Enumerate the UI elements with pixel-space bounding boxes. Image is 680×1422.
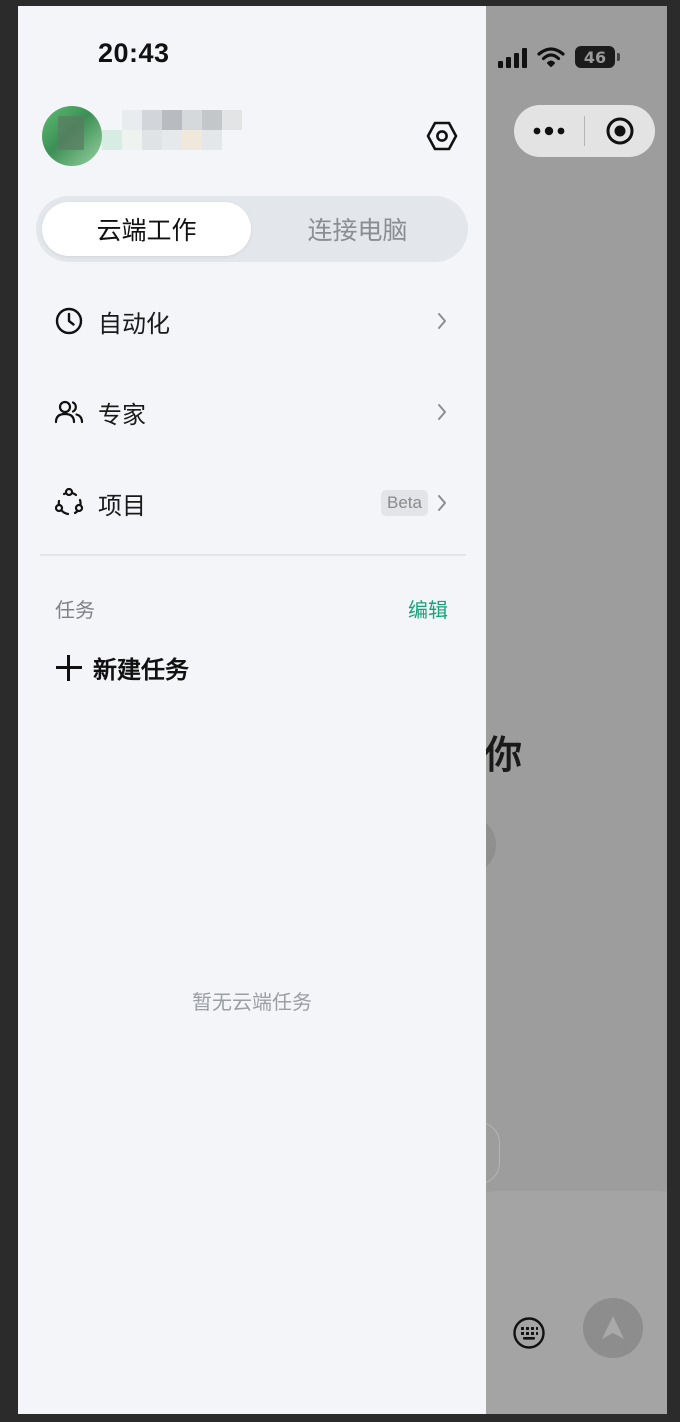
tab-connect-computer[interactable]: 连接电脑 xyxy=(253,202,462,256)
miniprogram-capsule xyxy=(514,105,655,157)
battery-level: 46 xyxy=(583,47,607,67)
wifi-icon xyxy=(537,46,565,68)
close-miniprogram-button[interactable] xyxy=(585,116,655,146)
plus-icon xyxy=(55,654,83,682)
menu-item-experts[interactable]: 专家 xyxy=(54,382,450,442)
avatar[interactable] xyxy=(42,106,102,166)
tab-cloud-work-label: 云端工作 xyxy=(96,216,197,245)
project-icon xyxy=(54,488,84,518)
background-greeting: 你 xyxy=(484,733,523,777)
tasks-section-title: 任务 xyxy=(55,598,95,622)
beta-badge: Beta xyxy=(381,490,428,516)
empty-state-text: 暂无云端任务 xyxy=(192,990,312,1014)
clock-icon xyxy=(54,306,84,336)
background-input-area xyxy=(458,1191,667,1414)
menu-item-projects[interactable]: 项目 Beta xyxy=(54,473,450,533)
chevron-right-icon xyxy=(434,493,450,513)
send-arrow-icon xyxy=(602,1316,624,1339)
new-task-label: 新建任务 xyxy=(93,656,189,684)
signal-icon xyxy=(498,46,527,68)
battery-indicator: 46 xyxy=(575,46,620,68)
people-icon xyxy=(54,397,84,427)
tab-connect-computer-label: 连接电脑 xyxy=(307,216,408,245)
edit-tasks-link[interactable]: 编辑 xyxy=(408,594,448,623)
status-time: 20:43 xyxy=(98,38,170,68)
keyboard-icon xyxy=(512,1316,546,1354)
section-divider xyxy=(40,554,466,556)
chevron-right-icon xyxy=(434,311,450,331)
status-icons: 46 xyxy=(498,46,620,68)
new-task-button[interactable]: 新建任务 xyxy=(55,650,189,685)
target-icon xyxy=(606,117,634,145)
username-obscured xyxy=(102,110,242,150)
send-button xyxy=(583,1298,643,1358)
menu-item-label: 专家 xyxy=(98,400,146,429)
menu-item-automation[interactable]: 自动化 xyxy=(54,291,450,351)
more-icon xyxy=(533,126,565,136)
tab-cloud-work[interactable]: 云端工作 xyxy=(42,202,251,256)
more-button[interactable] xyxy=(514,126,584,136)
settings-button[interactable] xyxy=(424,118,460,154)
chevron-right-icon xyxy=(434,402,450,422)
menu-item-label: 自动化 xyxy=(98,309,170,338)
side-drawer: 20:43 云端工作 连接电脑 自动化 专家 项目 Beta 任务 编辑 新建任… xyxy=(18,6,486,1414)
gear-icon xyxy=(426,121,458,151)
menu-item-label: 项目 xyxy=(98,491,146,520)
workspace-segmented-control: 云端工作 连接电脑 xyxy=(36,196,468,262)
